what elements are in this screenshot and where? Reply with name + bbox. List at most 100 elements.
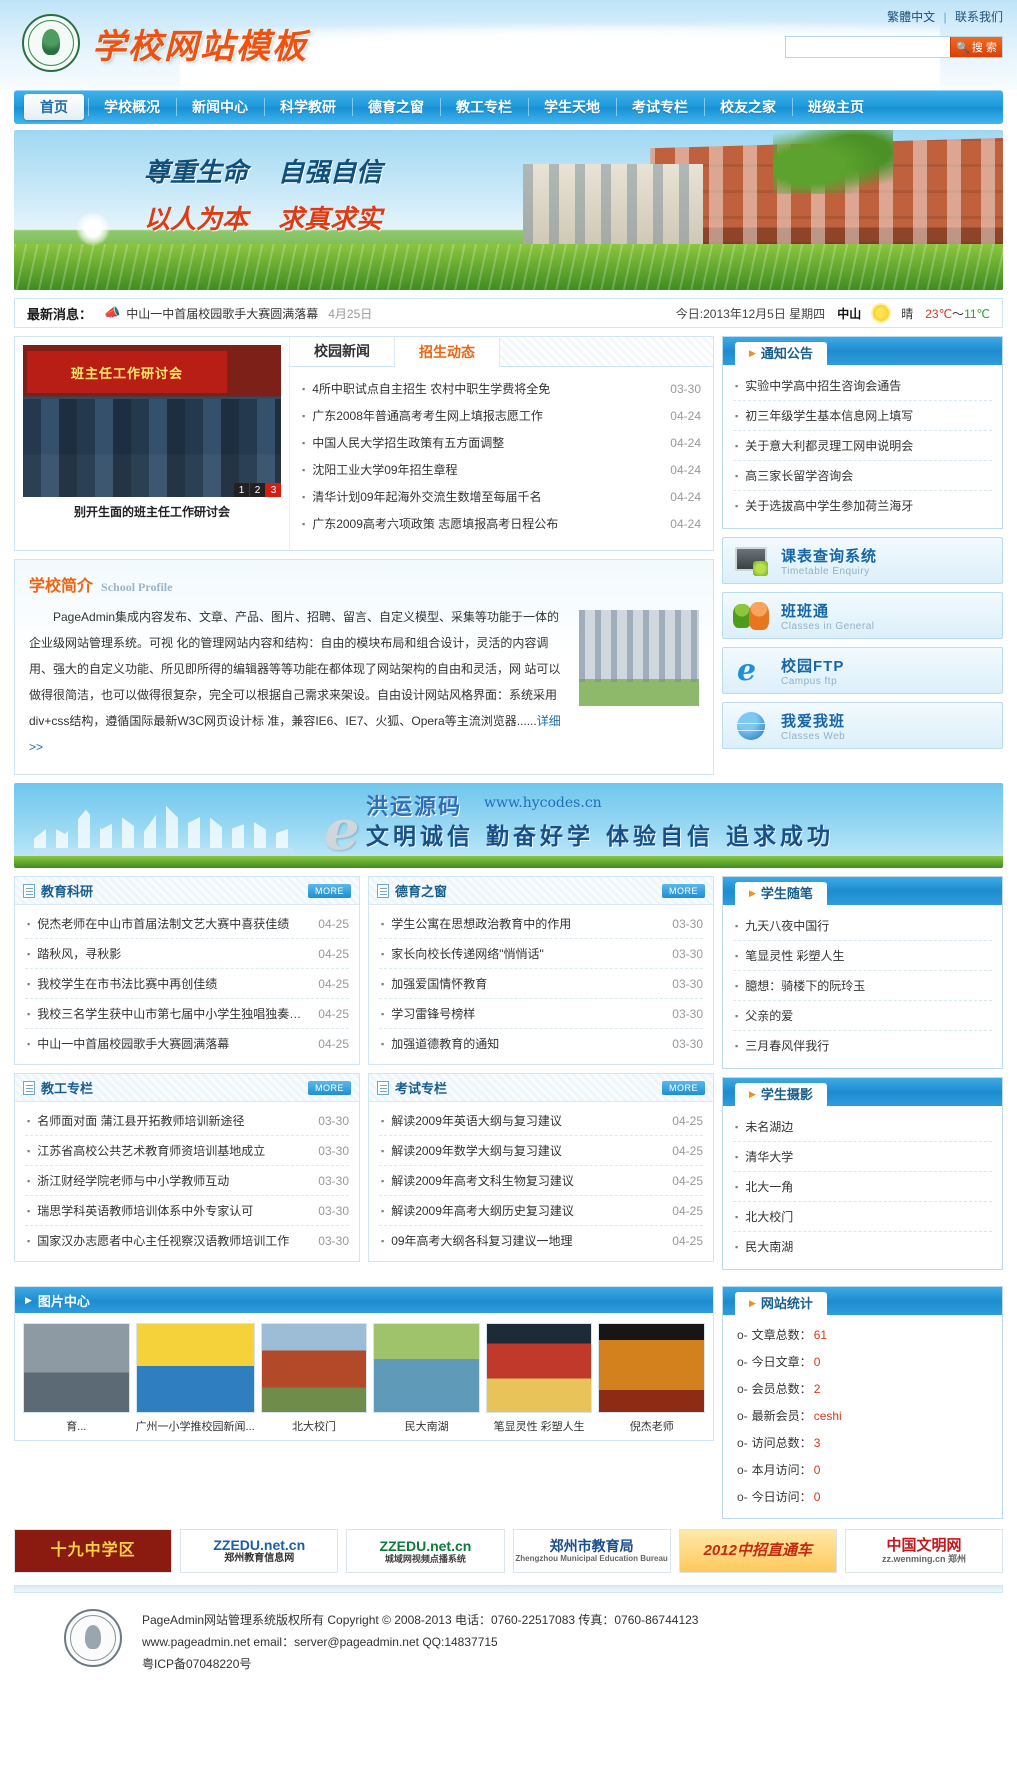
notices-panel-title: 通知公告 — [760, 346, 813, 361]
nav-item-student-world[interactable]: 学生天地 — [528, 90, 616, 124]
slideshow-pager-2[interactable]: 2 — [250, 483, 265, 497]
list-item-date: 03-30 — [672, 916, 703, 931]
friend-link-wenming[interactable]: 中国文明网 zz.wenming.cn 郑州 — [844, 1529, 1004, 1573]
list-item-title: 国家汉办志愿者中心主任视察汉语教师培训工作 — [37, 1234, 290, 1248]
news-item[interactable]: ▪ 中国人民大学招生政策有五方面调整 04-24 — [300, 429, 701, 456]
notice-item[interactable]: ▪ 初三年级学生基本信息网上填写 — [733, 401, 992, 431]
section-education-research-more-button[interactable]: MORE — [308, 883, 351, 898]
quick-button-classes-general[interactable]: 班班通 Classes in General — [722, 592, 1003, 639]
lang-switch-link[interactable]: 繁體中文 — [887, 10, 935, 24]
notices-panel-tab[interactable]: ▶ 通知公告 — [735, 342, 827, 365]
photo-item[interactable]: 笔显灵性 彩塑人生 — [485, 1323, 593, 1434]
list-item-date: 03-30 — [672, 1006, 703, 1021]
list-item[interactable]: ▪ 解读2009年高考文科生物复习建议 04-25 — [379, 1166, 703, 1196]
photo-item[interactable]: 民大南湖 — [373, 1323, 480, 1434]
nav-item-school-overview[interactable]: 学校概况 — [88, 90, 176, 124]
list-item[interactable]: ▪ 加强道德教育的通知 03-30 — [379, 1029, 703, 1058]
notice-item[interactable]: ▪ 关于选拔高中学生参加荷兰海牙 — [733, 491, 992, 520]
section-staff-column-more-button[interactable]: MORE — [308, 1080, 351, 1095]
nav-item-alumni-home[interactable]: 校友之家 — [704, 90, 792, 124]
section-education-research-header: 教育科研 MORE — [15, 877, 359, 905]
panel-student-photography-tab[interactable]: ▶ 学生摄影 — [735, 1083, 827, 1106]
contact-us-link[interactable]: 联系我们 — [955, 10, 1003, 24]
nav-item-news-center[interactable]: 新闻中心 — [176, 90, 264, 124]
news-item[interactable]: ▪ 沈阳工业大学09年招生章程 04-24 — [300, 456, 701, 483]
slideshow-image[interactable]: 班主任工作研讨会 1 2 3 — [23, 345, 281, 497]
nav-item-staff-column[interactable]: 教工专栏 — [440, 90, 528, 124]
list-item[interactable]: ▪ 浙江财经学院老师与中小学教师互动 03-30 — [25, 1166, 349, 1196]
list-item[interactable]: ▪ 北大校门 — [733, 1202, 992, 1232]
photo-item[interactable]: 倪杰老师 — [598, 1323, 705, 1434]
list-item[interactable]: ▪ 三月春风伴我行 — [733, 1031, 992, 1060]
nav-item-science-research[interactable]: 科学教研 — [264, 90, 352, 124]
notices-panel: ▶ 通知公告 ▪ 实验中学高中招生咨询会通告 ▪ 初三年级学生基本信息网上填写 ▪ 关… — [722, 336, 1003, 529]
list-item[interactable]: ▪ 我校学生在市书法比赛中再创佳绩 04-25 — [25, 969, 349, 999]
photo-item[interactable]: 广州一小学推校园新闻... — [135, 1323, 255, 1434]
photo-item[interactable]: 北大校门 — [260, 1323, 368, 1434]
list-item[interactable]: ▪ 父亲的爱 — [733, 1001, 992, 1031]
list-item[interactable]: ▪ 我校三名学生获中山市第七届中小学生独唱独奏比赛... 04-25 — [25, 999, 349, 1029]
list-item[interactable]: ▪ 未名湖边 — [733, 1112, 992, 1142]
mid-banner[interactable]: e 洪运源码 www.hycodes.cn 文明诚信 勤奋好学 体验自信 追求成… — [14, 783, 1003, 868]
list-item[interactable]: ▪ 09年高考大纲各科复习建议一地理 04-25 — [379, 1226, 703, 1255]
section-exam-column-more-button[interactable]: MORE — [662, 1080, 705, 1095]
news-slideshow[interactable]: 班主任工作研讨会 1 2 3 别开生面的班主任工作研讨会 — [15, 337, 289, 550]
list-item[interactable]: ▪ 江苏省高校公共艺术教育师资培训基地成立 03-30 — [25, 1136, 349, 1166]
list-item[interactable]: ▪ 九天八夜中国行 — [733, 911, 992, 941]
list-item[interactable]: ▪ 民大南湖 — [733, 1232, 992, 1261]
list-item[interactable]: ▪ 臆想：骑楼下的阮玲玉 — [733, 971, 992, 1001]
list-item[interactable]: ▪ 笔显灵性 彩塑人生 — [733, 941, 992, 971]
quick-button-campus-ftp[interactable]: 校园FTP Campus ftp — [722, 647, 1003, 694]
list-item[interactable]: ▪ 北大一角 — [733, 1172, 992, 1202]
search-button[interactable]: 🔍 搜 索 — [950, 37, 1002, 57]
notice-item[interactable]: ▪ 高三家长留学咨询会 — [733, 461, 992, 491]
list-item[interactable]: ▪ 中山一中首届校园歌手大赛圆满落幕 04-25 — [25, 1029, 349, 1058]
friend-link-school-district[interactable]: 十九中学区 — [14, 1529, 173, 1573]
list-item[interactable]: ▪ 学生公寓在思想政治教育中的作用 03-30 — [379, 909, 703, 939]
list-item[interactable]: ▪ 学习雷锋号榜样 03-30 — [379, 999, 703, 1029]
nav-item-class-homepage[interactable]: 班级主页 — [792, 90, 880, 124]
notice-item[interactable]: ▪ 关于意大利都灵理工网申说明会 — [733, 431, 992, 461]
notice-item[interactable]: ▪ 实验中学高中招生咨询会通告 — [733, 371, 992, 401]
news-item[interactable]: ▪ 4所中职试点自主招生 农村中职生学费将全免 03-30 — [300, 375, 701, 402]
friend-link-zhongzhao-express[interactable]: 2012中招直通车 — [678, 1529, 837, 1573]
panel-student-essays-tab[interactable]: ▶ 学生随笔 — [735, 882, 827, 905]
list-item[interactable]: ▪ 倪杰老师在中山市首届法制文艺大赛中喜获佳绩 04-25 — [25, 909, 349, 939]
hero-banner[interactable]: 尊重生命 自强自信 以人为本 求真求实 — [14, 130, 1003, 290]
nav-item-home[interactable]: 首页 — [24, 94, 84, 120]
site-logo[interactable]: 学校网站模板 — [22, 14, 308, 72]
slideshow-pager-3[interactable]: 3 — [266, 483, 281, 497]
news-item[interactable]: ▪ 广东2009高考六项政策 志愿填报高考日程公布 04-24 — [300, 510, 701, 537]
photo-item[interactable]: 育... — [23, 1323, 130, 1434]
list-item[interactable]: ▪ 解读2009年高考大纲历史复习建议 04-25 — [379, 1196, 703, 1226]
nav-item-moral-education[interactable]: 德育之窗 — [352, 90, 440, 124]
list-item[interactable]: ▪ 家长向校长传递网络"悄悄话" 03-30 — [379, 939, 703, 969]
search-box[interactable]: 🔍 搜 索 — [785, 36, 1003, 58]
list-item[interactable]: ▪ 国家汉办志愿者中心主任视察汉语教师培训工作 03-30 — [25, 1226, 349, 1255]
quick-button-timetable-text: 课表查询系统 Timetable Enquiry — [781, 545, 877, 577]
site-stats-tab[interactable]: ▶ 网站统计 — [735, 1292, 827, 1315]
search-input[interactable] — [786, 37, 950, 57]
list-item[interactable]: ▪ 解读2009年英语大纲与复习建议 04-25 — [379, 1106, 703, 1136]
list-item[interactable]: ▪ 踏秋风，寻秋影 04-25 — [25, 939, 349, 969]
quick-button-timetable[interactable]: 课表查询系统 Timetable Enquiry — [722, 537, 1003, 584]
list-item[interactable]: ▪ 瑞思学科英语教师培训体系中外专家认可 03-30 — [25, 1196, 349, 1226]
quick-button-classes-web[interactable]: 我爱我班 Classes Web — [722, 702, 1003, 749]
tab-campus-news[interactable]: 校园新闻 — [290, 337, 395, 366]
friend-link-education-bureau[interactable]: 郑州市教育局 Zhengzhou Municipal Education Bur… — [512, 1529, 671, 1573]
friend-link-zzedu-video[interactable]: ZZEDU.net.cn 城域网视频点播系统 — [346, 1529, 505, 1573]
list-item[interactable]: ▪ 解读2009年数学大纲与复习建议 04-25 — [379, 1136, 703, 1166]
tab-admissions-news[interactable]: 招生动态 — [395, 338, 500, 367]
list-item[interactable]: ▪ 加强爱国情怀教育 03-30 — [379, 969, 703, 999]
friend-link-zzedu-info[interactable]: ZZEDU.net.cn 郑州教育信息网 — [180, 1529, 339, 1573]
news-item[interactable]: ▪ 广东2008年普通高考考生网上填报志愿工作 04-24 — [300, 402, 701, 429]
list-item-date: 03-30 — [318, 1143, 349, 1158]
list-item[interactable]: ▪ 名师面对面 蒲江县开拓教师培训新途径 03-30 — [25, 1106, 349, 1136]
slideshow-caption[interactable]: 别开生面的班主任工作研讨会 — [23, 503, 281, 520]
news-item[interactable]: ▪ 清华计划09年起海外交流生数增至每届千名 04-24 — [300, 483, 701, 510]
slideshow-pager-1[interactable]: 1 — [234, 483, 249, 497]
section-moral-education-more-button[interactable]: MORE — [662, 883, 705, 898]
list-item[interactable]: ▪ 清华大学 — [733, 1142, 992, 1172]
nav-item-exam-column[interactable]: 考试专栏 — [616, 90, 704, 124]
ticker-headline-link[interactable]: 中山一中首届校园歌手大赛圆满落幕 — [126, 305, 318, 322]
